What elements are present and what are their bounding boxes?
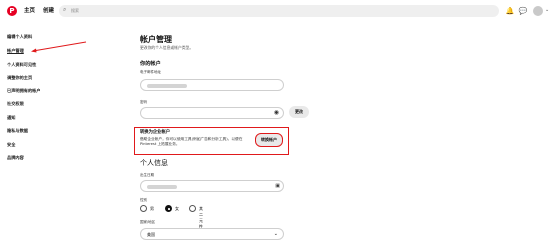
calendar-icon[interactable]: ▣ bbox=[275, 183, 280, 189]
password-field[interactable]: ◉ bbox=[140, 107, 284, 119]
radio-nonbinary[interactable] bbox=[189, 205, 196, 212]
country-select[interactable]: 美国 ⌄ bbox=[140, 228, 284, 240]
password-label: 密码 bbox=[140, 100, 147, 104]
gender-label: 性别 bbox=[140, 198, 147, 202]
sidebar-item-privacy[interactable]: 隐私与数据 bbox=[7, 128, 28, 134]
sidebar-item-claimed-accounts[interactable]: 已声明拥有的帐户 bbox=[7, 88, 41, 94]
sidebar-item-notifications[interactable]: 通知 bbox=[7, 115, 15, 121]
top-bar: P 主页 创建 ⌕ 搜索 🔔 💬 ⌄ bbox=[0, 0, 552, 22]
page-subtitle: 更改你的个人信息或帐户类型。 bbox=[140, 45, 194, 50]
chevron-down-icon: ⌄ bbox=[273, 231, 278, 237]
nav-home[interactable]: 主页 bbox=[24, 6, 35, 16]
bell-icon[interactable]: 🔔 bbox=[505, 6, 515, 16]
nav-create[interactable]: 创建 bbox=[43, 6, 54, 16]
sidebar-item-profile-visibility[interactable]: 个人资料可见性 bbox=[7, 62, 36, 68]
sidebar-item-social-permissions[interactable]: 社交权限 bbox=[7, 101, 24, 107]
page-title: 帐户管理 bbox=[140, 35, 172, 44]
birthdate-field[interactable]: ▣ bbox=[140, 180, 284, 192]
redacted-value bbox=[147, 184, 177, 189]
email-label: 电子邮件地址 bbox=[140, 70, 161, 74]
sidebar-item-edit-profile[interactable]: 编辑个人资料 bbox=[7, 34, 32, 40]
birthdate-label: 出生日期 bbox=[140, 173, 154, 177]
business-title: 转换为企业帐户 bbox=[140, 130, 171, 135]
radio-male[interactable] bbox=[140, 205, 147, 212]
radio-male-label: 男 bbox=[150, 205, 154, 211]
sidebar-item-security[interactable]: 安全 bbox=[7, 142, 15, 148]
chevron-down-icon[interactable]: ⌄ bbox=[545, 7, 549, 13]
chat-icon[interactable]: 💬 bbox=[518, 6, 528, 16]
country-label: 国家/地区 bbox=[140, 220, 156, 224]
radio-female-label: 女 bbox=[175, 205, 179, 211]
pinterest-logo[interactable]: P bbox=[7, 6, 17, 16]
section-personal-info: 个人信息 bbox=[140, 159, 168, 167]
change-password-button[interactable]: 更改 bbox=[289, 106, 309, 118]
search-icon: ⌕ bbox=[63, 6, 67, 13]
business-description: 借助企业帐户，你可以使用工具(例如广告和分析工具)，以便在 Pinterest … bbox=[140, 137, 243, 146]
convert-account-button[interactable]: 转换帐户 bbox=[255, 133, 283, 147]
sidebar-item-account-management[interactable]: 帐户管理 bbox=[7, 48, 24, 54]
eye-icon[interactable]: ◉ bbox=[274, 109, 279, 116]
email-field[interactable] bbox=[140, 79, 284, 91]
search-input[interactable]: ⌕ 搜索 bbox=[59, 5, 499, 17]
sidebar-item-branded-content[interactable]: 品牌内容 bbox=[7, 155, 24, 161]
section-your-account: 你的帐户 bbox=[140, 61, 161, 67]
search-placeholder: 搜索 bbox=[71, 8, 79, 13]
radio-female[interactable] bbox=[165, 205, 172, 212]
redacted-value bbox=[147, 83, 187, 88]
country-value: 美国 bbox=[147, 232, 155, 237]
sidebar-item-home-feed[interactable]: 调整你的主页 bbox=[7, 75, 32, 81]
avatar[interactable] bbox=[533, 6, 543, 16]
annotation-arrow bbox=[31, 41, 87, 53]
